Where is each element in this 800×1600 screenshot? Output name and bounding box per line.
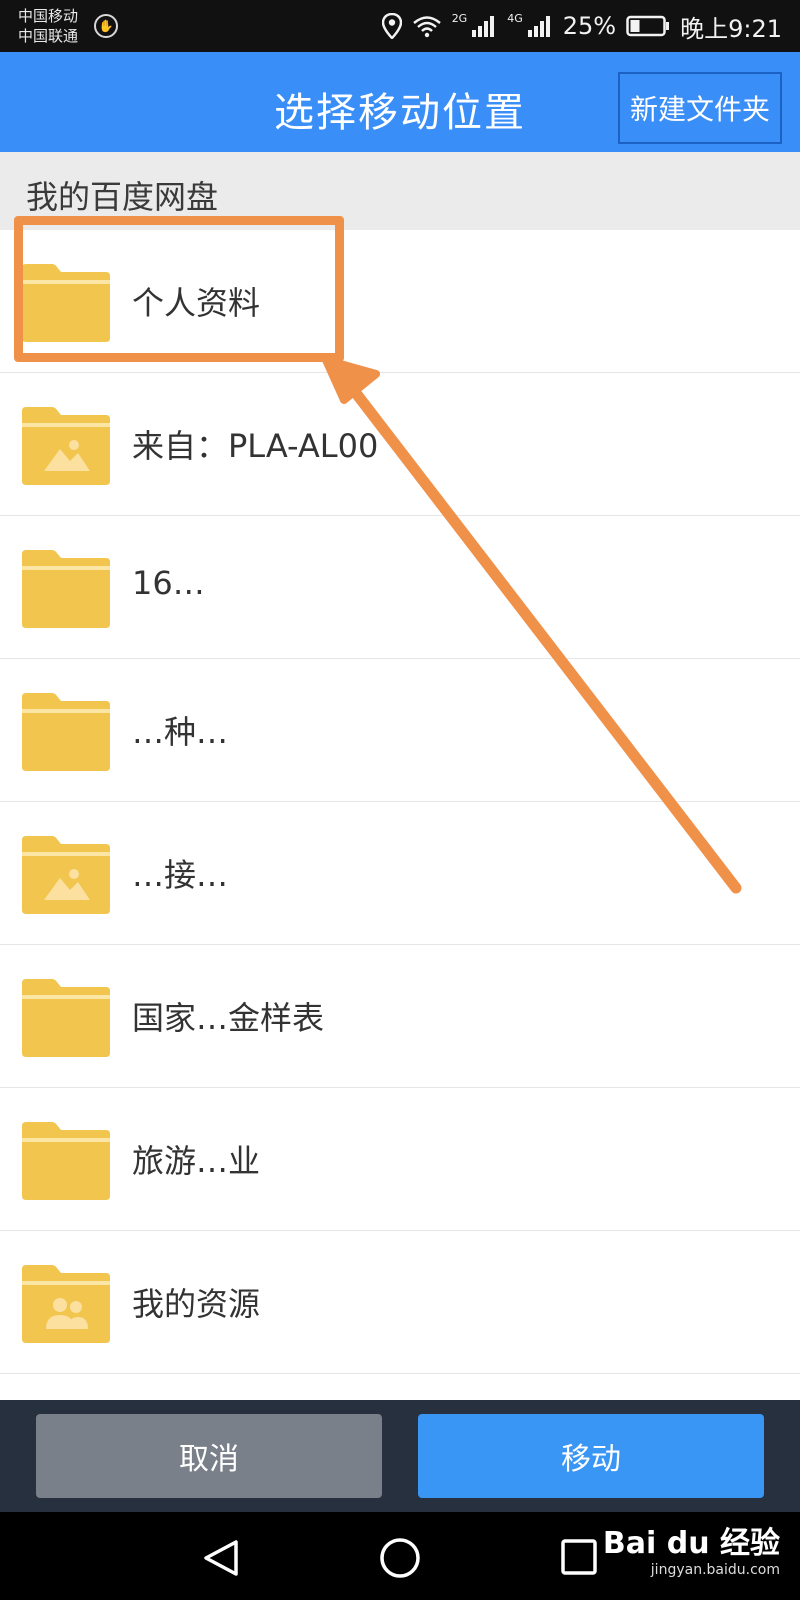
wifi-icon [412,16,441,38]
status-bar: 中国移动 中国联通 ✋ 2G 4G 25% 晚上9:21 [0,0,800,52]
list-item[interactable]: …种… [0,659,800,802]
cancel-button[interactable]: 取消 [36,1414,382,1498]
system-nav-bar: Bai du 经验 jingyan.baidu.com [0,1512,800,1600]
folder-name: 个人资料 [132,284,261,322]
network-type-2: 4G [507,11,523,25]
recent-apps-icon[interactable] [560,1538,598,1576]
folder-icon [22,979,110,1057]
folder-shared-icon [22,1265,110,1343]
location-icon [381,13,402,39]
action-bar: 取消 移动 [0,1400,800,1512]
list-item[interactable]: 16… [0,516,800,659]
folder-name: 旅游…业 [132,1142,261,1180]
folder-icon [22,550,110,628]
folder-image-icon [22,407,110,485]
folder-list: 个人资料 来自：PLA-AL00 16… …种… …接… 国家…金样表 旅游…业… [0,230,800,1374]
current-path: 我的百度网盘 [26,178,219,216]
signal-icon [472,16,495,37]
battery-percent: 25% [562,12,617,40]
folder-image-icon [22,836,110,914]
list-item[interactable]: 旅游…业 [0,1088,800,1231]
move-button[interactable]: 移动 [418,1414,764,1498]
list-item[interactable]: …接… [0,802,800,945]
carrier-info: 中国移动 中国联通 [18,6,78,46]
folder-name: 来自：PLA-AL00 [132,427,379,465]
watermark: Bai du 经验 jingyan.baidu.com [603,1518,780,1578]
breadcrumb: 我的百度网盘 [0,152,800,230]
list-item[interactable]: 个人资料 [0,230,800,373]
app-bar: 选择移动位置 新建文件夹 [0,52,800,152]
folder-icon [22,693,110,771]
watermark-brand: Bai du 经验 [602,1526,780,1561]
carrier-2: 中国联通 [18,27,79,45]
battery-icon [626,15,670,37]
folder-name: 国家…金样表 [132,999,325,1037]
back-icon[interactable] [200,1538,244,1578]
folder-name: …接… [132,856,229,894]
folder-name: 我的资源 [132,1285,261,1323]
signal-icon-2 [527,16,550,37]
folder-name: …种… [132,713,229,751]
folder-name: 16… [132,564,205,602]
hand-icon: ✋ [94,14,118,38]
new-folder-button[interactable]: 新建文件夹 [618,72,782,144]
list-item[interactable]: 我的资源 [0,1231,800,1374]
home-icon[interactable] [378,1536,422,1580]
carrier-1: 中国移动 [18,7,79,25]
list-item[interactable]: 国家…金样表 [0,945,800,1088]
list-item[interactable]: 来自：PLA-AL00 [0,373,800,516]
folder-icon [22,1122,110,1200]
network-type-1: 2G [451,11,468,25]
folder-icon [22,264,110,342]
clock: 晚上9:21 [680,14,782,43]
watermark-site: jingyan.baidu.com [650,1562,780,1578]
status-icons: 2G 4G 25% 晚上9:21 [381,10,782,43]
